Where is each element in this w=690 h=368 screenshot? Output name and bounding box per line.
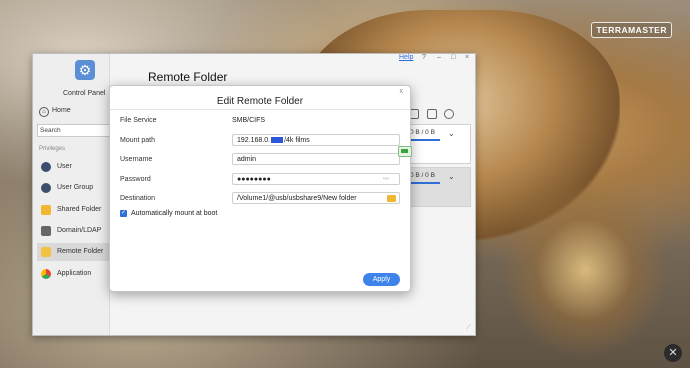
mount-path-field[interactable]: 192.168.0. /4k films [232, 134, 400, 146]
remote-folder-icon [41, 247, 51, 257]
application-icon [41, 269, 51, 279]
chevron-down-icon[interactable]: ⌄ [448, 129, 455, 138]
sidebar-item-user[interactable]: User [37, 158, 109, 176]
remote-folder-row[interactable]: 0 B / 0 B ⌄ [407, 167, 471, 207]
chevron-down-icon[interactable]: ⌄ [448, 172, 455, 181]
close-button[interactable]: × [465, 54, 469, 61]
file-service-value: SMB/CIFS [232, 117, 266, 124]
auto-mount-label: Automatically mount at boot [131, 210, 218, 217]
sidebar-item-user-group[interactable]: User Group [37, 179, 109, 197]
help-icon[interactable]: ? [422, 54, 426, 61]
sidebar-item-home[interactable]: ⌂ Home [39, 107, 71, 117]
remote-folder-row[interactable]: 0 B / 0 B ⌄ [407, 124, 471, 164]
user-icon [41, 162, 51, 172]
sidebar-item-label: Application [57, 270, 92, 277]
apply-button[interactable]: Apply [363, 273, 400, 286]
dialog-title: Edit Remote Folder [216, 96, 304, 107]
sidebar-item-label: Domain/LDAP [57, 227, 102, 234]
sidebar-item-domain-ldap[interactable]: Domain/LDAP [37, 222, 109, 240]
sidebar-item-label: Remote Folder [57, 248, 104, 255]
destination-field[interactable]: /Volume1/@usb/usbshare9/New folder [232, 192, 400, 204]
resize-handle-icon[interactable]: ⟋ [466, 324, 471, 332]
password-value: ●●●●●●●● [237, 176, 271, 183]
terramaster-logo: TERRAMASTER [591, 22, 672, 38]
sidebar: ⚙ Control Panel ⌂ Home Search Privileges … [33, 54, 113, 335]
sidebar-item-application[interactable]: Application [37, 265, 109, 283]
mount-path-label: Mount path [120, 137, 156, 144]
usage-bar [410, 139, 440, 141]
sidebar-item-shared-folder[interactable]: Shared Folder [37, 201, 109, 219]
sidebar-item-label: User Group [57, 184, 94, 191]
app-title: Control Panel [63, 90, 106, 97]
section-label: Privileges [39, 146, 66, 152]
sidebar-item-label: User [57, 163, 72, 170]
edit-remote-folder-dialog: x Edit Remote Folder File Service SMB/CI… [109, 85, 411, 292]
sidebar-item-label: Home [52, 107, 71, 114]
minimize-button[interactable]: – [437, 54, 441, 61]
redaction-mark [271, 137, 284, 143]
help-link[interactable]: Help [399, 54, 413, 61]
usage-text: 0 B / 0 B [410, 172, 435, 179]
home-icon: ⌂ [39, 107, 49, 117]
close-icon[interactable]: x [400, 88, 404, 95]
divider [110, 109, 410, 110]
remote-connect-icon[interactable] [398, 146, 412, 157]
destination-label: Destination [120, 195, 156, 202]
search-input[interactable]: Search [37, 124, 113, 137]
gear-icon: ⚙ [75, 60, 95, 80]
folder-icon[interactable] [387, 195, 396, 202]
check-icon[interactable] [444, 109, 454, 119]
maximize-button[interactable]: □ [451, 54, 455, 61]
usage-text: 0 B / 0 B [410, 129, 435, 136]
sidebar-item-remote-folder[interactable]: Remote Folder [37, 243, 109, 261]
username-value: admin [237, 156, 257, 163]
x-icon[interactable]: ✕ [664, 344, 682, 362]
mount-path-value: /4k films [284, 137, 310, 144]
shared-folder-icon [41, 205, 51, 215]
password-label: Password [120, 176, 151, 183]
mount-path-value: 192.168.0. [237, 137, 271, 144]
usage-bar [410, 182, 440, 184]
username-label: Username [120, 156, 153, 163]
eye-icon[interactable]: 〰 [383, 174, 389, 186]
sidebar-item-label: Shared Folder [57, 206, 102, 213]
file-service-label: File Service [120, 117, 157, 124]
auto-mount-checkbox[interactable]: ✓ [120, 210, 127, 217]
wheat-image [500, 180, 670, 360]
page-title: Remote Folder [148, 70, 228, 84]
user-group-icon [41, 183, 51, 193]
username-field[interactable]: admin [232, 153, 400, 165]
destination-value: /Volume1/@usb/usbshare9/New folder [237, 195, 357, 202]
domain-icon [41, 226, 51, 236]
password-field[interactable]: ●●●●●●●● 〰 [232, 173, 400, 185]
edit-icon[interactable] [427, 109, 437, 119]
